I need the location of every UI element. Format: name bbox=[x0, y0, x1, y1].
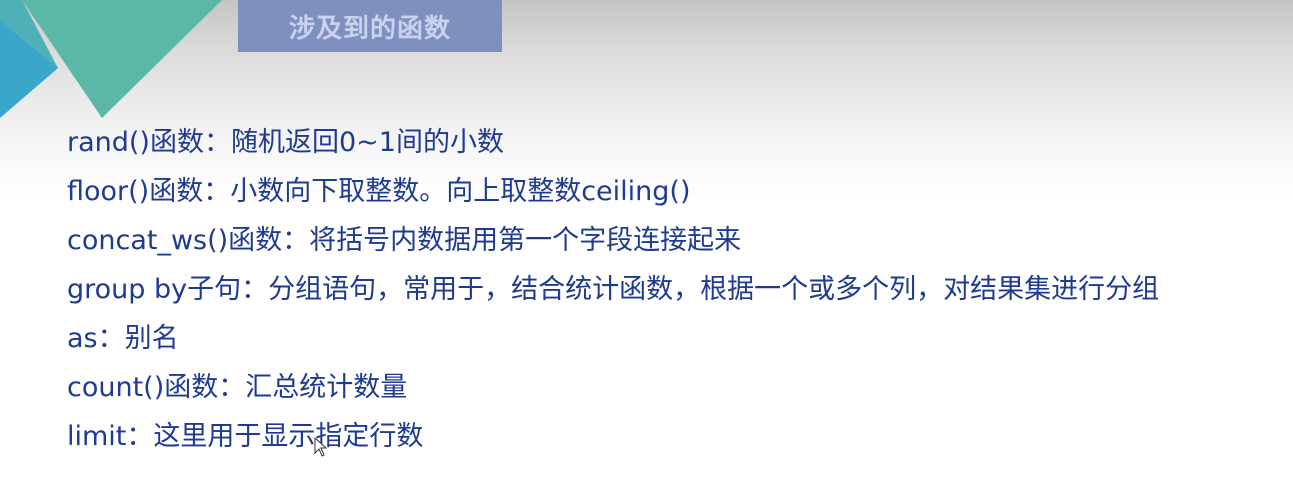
list-item: as：别名 bbox=[67, 323, 179, 354]
list-item: rand()函数：随机返回0~1间的小数 bbox=[67, 127, 504, 158]
list-item: count()函数：汇总统计数量 bbox=[67, 372, 408, 403]
mouse-pointer-icon bbox=[314, 437, 328, 457]
list-item: concat_ws()函数：将括号内数据用第一个字段连接起来 bbox=[67, 225, 742, 256]
corner-decoration bbox=[0, 0, 222, 118]
function-list: rand()函数：随机返回0~1间的小数 floor()函数：小数向下取整数。向… bbox=[67, 124, 1257, 467]
list-item: group by子句：分组语句，常用于，结合统计函数，根据一个或多个列，对结果集… bbox=[67, 274, 1160, 305]
list-item: floor()函数：小数向下取整数。向上取整数ceiling() bbox=[67, 176, 691, 207]
slide-title-box: 涉及到的函数 bbox=[238, 0, 502, 52]
slide: 涉及到的函数 rand()函数：随机返回0~1间的小数 floor()函数：小数… bbox=[0, 0, 1293, 498]
list-item: limit：这里用于显示指定行数 bbox=[67, 421, 424, 452]
slide-title: 涉及到的函数 bbox=[288, 13, 451, 44]
